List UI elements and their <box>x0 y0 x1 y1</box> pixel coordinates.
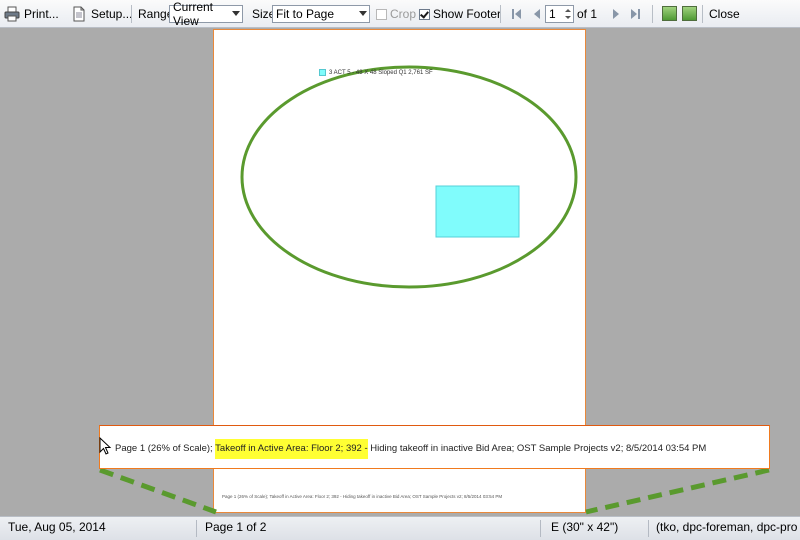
callout-dash-left <box>99 467 217 515</box>
page-count-label: of 1 <box>577 7 598 21</box>
chevron-down-icon <box>359 11 367 16</box>
crop-checkbox[interactable]: Crop <box>376 0 416 28</box>
print-preview-toolbar: Print... Setup... Range Current View Siz… <box>0 0 800 28</box>
footer-zoom-text: Page 1 (26% of Scale); Takeoff in Active… <box>115 439 707 459</box>
status-page: Page 1 of 2 <box>205 520 267 534</box>
next-page-icon <box>613 9 619 19</box>
last-page-icon <box>631 9 637 19</box>
status-paper-size: E (30" x 42") <box>551 520 619 534</box>
status-user: (tko, dpc-foreman, dpc-pro <box>656 520 798 534</box>
page-setup-icon <box>71 6 87 22</box>
legend-text: 3 ACT 5 - 48 X 48 Sloped Q1 2,761 SF <box>329 69 433 76</box>
show-footer-label: Show Footer <box>433 7 502 21</box>
setup-label: Setup... <box>91 7 133 21</box>
crop-checkbox-box <box>376 8 387 20</box>
spin-down-icon <box>565 16 571 19</box>
size-select[interactable]: Fit to Page <box>272 5 370 23</box>
printer-icon <box>4 6 20 22</box>
toolbar-divider <box>652 5 653 23</box>
multi-page-view-icon[interactable] <box>682 6 697 21</box>
spin-up-icon <box>565 9 571 12</box>
last-page-button[interactable] <box>628 7 642 21</box>
toolbar-divider <box>500 5 501 23</box>
setup-button[interactable]: Setup... <box>71 0 132 28</box>
show-footer-checkbox[interactable]: Show Footer <box>419 0 501 28</box>
footer-suffix: Hiding takeoff in inactive Bid Area; OST… <box>370 443 707 454</box>
footer-highlight: Takeoff in Active Area: Floor 2; 392 - <box>215 439 368 459</box>
show-footer-checkbox-box <box>419 8 430 20</box>
legend-swatch <box>319 69 326 76</box>
crop-label: Crop <box>390 7 417 21</box>
mouse-cursor-icon <box>99 437 112 455</box>
size-select-value: Fit to Page <box>276 7 335 21</box>
next-page-button[interactable] <box>609 7 623 21</box>
close-button[interactable]: Close <box>709 0 740 28</box>
print-button[interactable]: Print... <box>4 0 59 28</box>
previous-page-button[interactable] <box>530 7 544 21</box>
toolbar-divider <box>131 5 132 23</box>
toolbar-divider <box>702 5 703 23</box>
chevron-down-icon <box>232 11 240 16</box>
range-select[interactable]: Current View <box>169 0 243 28</box>
single-page-view-icon[interactable] <box>662 6 677 21</box>
footer-prefix: Page 1 (26% of Scale); <box>115 443 213 454</box>
callout-dash-right <box>585 467 770 515</box>
first-page-button[interactable] <box>510 7 524 21</box>
takeoff-legend: 3 ACT 5 - 48 X 48 Sloped Q1 2,761 SF <box>319 69 433 76</box>
page-footer-text: Page 1 (26% of Scale); Takeoff in Active… <box>222 494 503 499</box>
status-date: Tue, Aug 05, 2014 <box>8 520 106 534</box>
first-page-icon <box>512 9 514 19</box>
print-label: Print... <box>24 7 59 21</box>
status-bar: Tue, Aug 05, 2014 Page 1 of 2 E (30" x 4… <box>0 516 800 540</box>
page-number-spinner[interactable] <box>564 6 573 22</box>
previous-page-icon <box>534 9 540 19</box>
